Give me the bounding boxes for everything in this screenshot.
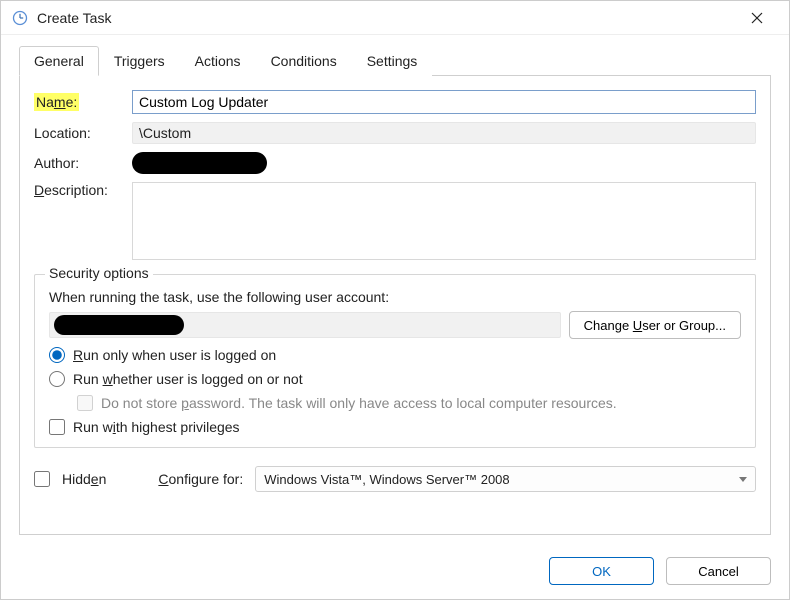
configure-for-label: Configure for:: [158, 471, 243, 487]
run-logged-on-row: Run only when user is logged on: [49, 347, 741, 363]
description-input[interactable]: [132, 182, 756, 260]
run-logged-on-radio[interactable]: [49, 347, 65, 363]
highest-privileges-label[interactable]: Run with highest privileges: [73, 419, 240, 435]
titlebar: Create Task: [1, 1, 789, 35]
account-value-redacted: [54, 315, 184, 335]
ok-button[interactable]: OK: [549, 557, 654, 585]
author-label: Author:: [34, 155, 124, 171]
run-logged-on-label[interactable]: Run only when user is logged on: [73, 347, 276, 363]
location-value: \Custom: [132, 122, 756, 144]
cancel-button[interactable]: Cancel: [666, 557, 771, 585]
name-row: Name:: [34, 90, 756, 114]
configure-for-select[interactable]: Windows Vista™, Windows Server™ 2008: [255, 466, 756, 492]
window-title: Create Task: [37, 10, 735, 26]
description-label: Description:: [34, 182, 124, 198]
bottom-row: Hidden Configure for: Windows Vista™, Wi…: [34, 466, 756, 492]
security-options-group: Security options When running the task, …: [34, 274, 756, 448]
account-row: Change User or Group...: [49, 311, 741, 339]
tab-actions[interactable]: Actions: [180, 46, 256, 76]
close-button[interactable]: [735, 3, 779, 33]
tab-settings[interactable]: Settings: [352, 46, 433, 76]
description-row: Description:: [34, 182, 756, 260]
create-task-window: Create Task General Triggers Actions Con…: [0, 0, 790, 600]
dialog-body: General Triggers Actions Conditions Sett…: [1, 35, 789, 547]
run-whether-row: Run whether user is logged on or not: [49, 371, 741, 387]
location-row: Location: \Custom: [34, 122, 756, 144]
author-row: Author:: [34, 152, 756, 174]
task-scheduler-icon: [11, 9, 29, 27]
hidden-label[interactable]: Hidden: [62, 471, 106, 487]
no-store-password-row: Do not store password. The task will onl…: [77, 395, 741, 411]
security-options-legend: Security options: [45, 265, 153, 281]
account-display: [49, 312, 561, 338]
run-whether-radio[interactable]: [49, 371, 65, 387]
run-whether-label[interactable]: Run whether user is logged on or not: [73, 371, 303, 387]
author-value-redacted: [132, 152, 267, 174]
hidden-checkbox[interactable]: [34, 471, 50, 487]
tab-triggers[interactable]: Triggers: [99, 46, 180, 76]
highest-privileges-row: Run with highest privileges: [49, 419, 741, 435]
tab-conditions[interactable]: Conditions: [256, 46, 352, 76]
change-user-button[interactable]: Change User or Group...: [569, 311, 741, 339]
name-input[interactable]: [132, 90, 756, 114]
tab-general[interactable]: General: [19, 46, 99, 76]
location-label: Location:: [34, 125, 124, 141]
highest-privileges-checkbox[interactable]: [49, 419, 65, 435]
dialog-footer: OK Cancel: [1, 547, 789, 599]
tab-content-general: Name: Location: \Custom Author: Descript…: [19, 76, 771, 535]
running-account-label: When running the task, use the following…: [49, 289, 741, 305]
close-icon: [751, 12, 763, 24]
no-store-password-checkbox: [77, 395, 93, 411]
name-label: Name:: [34, 94, 124, 110]
configure-for-value: Windows Vista™, Windows Server™ 2008: [264, 472, 509, 487]
tab-strip: General Triggers Actions Conditions Sett…: [19, 45, 771, 76]
no-store-password-label: Do not store password. The task will onl…: [101, 395, 617, 411]
